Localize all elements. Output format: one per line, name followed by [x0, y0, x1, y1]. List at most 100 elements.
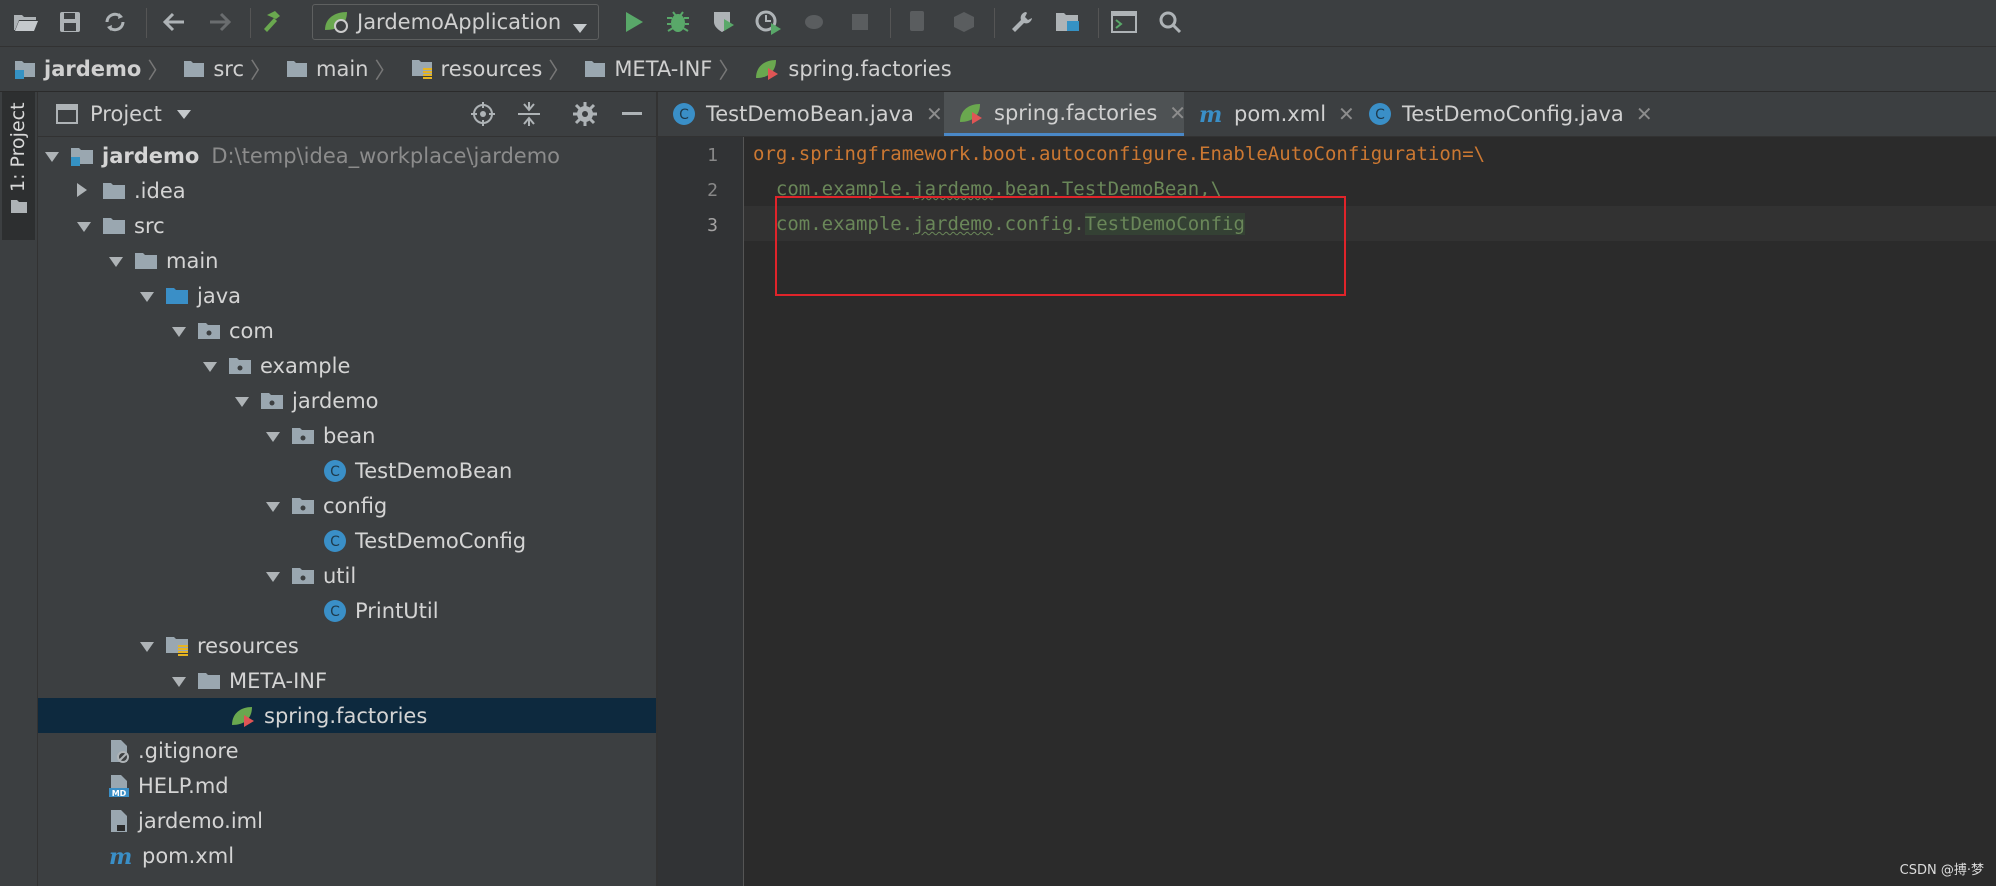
expand-arrow-icon: [265, 424, 281, 448]
class-icon: C: [323, 599, 347, 623]
tree-item-main[interactable]: main: [38, 243, 726, 278]
attach-debugger-icon[interactable]: [798, 6, 830, 38]
close-icon[interactable]: ✕: [1338, 102, 1355, 126]
tree-item-java[interactable]: java: [38, 278, 757, 313]
svg-text:m: m: [1199, 103, 1222, 125]
device-icon[interactable]: [902, 6, 934, 38]
close-icon[interactable]: ✕: [1636, 102, 1653, 126]
line-number: 2: [707, 180, 718, 201]
module-folder-icon: [15, 61, 35, 79]
gear-icon[interactable]: [572, 101, 598, 127]
tree-item-gitignore[interactable]: .gitignore: [38, 733, 726, 768]
stop-icon[interactable]: [844, 6, 876, 38]
terminal-icon[interactable]: [1108, 6, 1140, 38]
markdown-file-icon: MD: [108, 774, 130, 798]
svg-text:C: C: [330, 534, 340, 550]
svg-text:m: m: [109, 845, 132, 867]
breadcrumb-label: src: [213, 57, 244, 81]
tree-label: TestDemoBean: [355, 458, 513, 483]
save-icon[interactable]: [54, 6, 86, 38]
tree-label: src: [134, 213, 165, 238]
tab-testdemoconfig-java[interactable]: C TestDemoConfig.java ✕: [1354, 92, 1654, 136]
folder-icon: [585, 61, 606, 77]
breadcrumb-item-spring-factories[interactable]: spring.factories: [754, 57, 952, 81]
maven-icon: m: [108, 845, 134, 867]
project-panel-title[interactable]: Project: [90, 102, 162, 126]
profile-icon[interactable]: [752, 6, 784, 38]
code-line-1: org.springframework.boot.autoconfigure.E…: [753, 143, 1486, 165]
forward-arrow-icon[interactable]: [204, 6, 236, 38]
expand-arrow-icon: [202, 354, 218, 378]
expand-arrow-icon: [171, 319, 187, 343]
collapse-all-icon[interactable]: [516, 101, 542, 127]
expand-arrow-icon: [139, 284, 155, 308]
folder-icon: [102, 216, 126, 236]
package-icon: [291, 426, 315, 446]
tree-item-help-md[interactable]: MD HELP.md: [38, 768, 726, 803]
tree-item-jardemo-iml[interactable]: jardemo.iml: [38, 803, 726, 838]
tree-label: com: [229, 318, 274, 343]
run-configuration-select[interactable]: JardemoApplication: [312, 4, 599, 40]
tree-item-resources[interactable]: resources: [38, 628, 757, 663]
iml-file-icon: [108, 809, 130, 833]
expand-arrow-icon: [76, 214, 92, 238]
tab-spring-factories[interactable]: spring.factories ✕: [944, 92, 1186, 136]
minimize-icon[interactable]: [622, 112, 642, 115]
breadcrumb-item-src[interactable]: src 〉: [183, 53, 272, 85]
tree-item-idea[interactable]: .idea: [38, 173, 694, 208]
tree-label: java: [197, 283, 241, 308]
open-folder-icon[interactable]: [10, 6, 42, 38]
tree-label: bean: [323, 423, 376, 448]
tree-label: META-INF: [229, 668, 328, 693]
breadcrumb-item-jardemo[interactable]: jardemo 〉: [14, 53, 169, 85]
spring-file-icon: [958, 102, 984, 124]
expand-arrow-icon: [171, 669, 187, 693]
package-icon: [197, 321, 221, 341]
coverage-icon[interactable]: [708, 6, 740, 38]
tree-label: spring.factories: [264, 703, 428, 728]
locate-target-icon[interactable]: [470, 101, 496, 127]
tree-label: pom.xml: [142, 843, 235, 868]
settings-wrench-icon[interactable]: [1006, 6, 1038, 38]
build-hammer-icon[interactable]: [260, 6, 292, 38]
tree-item-src[interactable]: src: [38, 208, 694, 243]
tree-label: resources: [197, 633, 299, 658]
tab-testdemobean-java[interactable]: C TestDemoBean.java ✕: [658, 92, 944, 136]
tree-label: .gitignore: [138, 738, 239, 763]
tree-label: example: [260, 353, 351, 378]
sync-icon[interactable]: [99, 6, 131, 38]
line-number: 1: [707, 145, 718, 166]
run-icon[interactable]: [618, 6, 650, 38]
tree-label: .idea: [134, 178, 186, 203]
navigation-breadcrumb: jardemo 〉 src 〉 main 〉 resources 〉 META-…: [0, 47, 1996, 92]
highlight-box: [775, 196, 1346, 296]
breadcrumb-item-meta-inf[interactable]: META-INF 〉: [584, 53, 740, 85]
project-structure-icon[interactable]: [1052, 6, 1084, 38]
tree-path: D:\temp\idea_workplace\jardemo: [211, 143, 561, 168]
chevron-down-icon[interactable]: [176, 108, 192, 120]
maven-icon: m: [1198, 103, 1224, 125]
breadcrumb-item-resources[interactable]: resources 〉: [411, 53, 570, 85]
breadcrumb-label: META-INF: [614, 57, 713, 81]
line-number: 3: [707, 215, 718, 236]
tree-label: jardemo: [102, 143, 200, 168]
class-icon: C: [323, 529, 347, 553]
tree-item-root[interactable]: jardemo D:\temp\idea_workplace\jardemo: [38, 138, 662, 173]
module-icon[interactable]: [948, 6, 980, 38]
breadcrumb-item-main[interactable]: main 〉: [286, 53, 397, 85]
tab-label: TestDemoConfig.java: [1402, 102, 1624, 126]
expand-arrow-icon: [265, 494, 281, 518]
tab-label: spring.factories: [994, 100, 1158, 125]
folder-icon: [197, 671, 221, 691]
tree-item-pom-xml[interactable]: m pom.xml: [38, 838, 726, 873]
debug-icon[interactable]: [662, 6, 694, 38]
close-icon[interactable]: ✕: [926, 102, 943, 126]
editor-tab-bar: C TestDemoBean.java ✕ spring.factories ✕…: [658, 92, 1996, 137]
back-arrow-icon[interactable]: [158, 6, 190, 38]
search-icon[interactable]: [1154, 6, 1186, 38]
module-folder-icon: [70, 145, 94, 167]
project-tool-tab-label: 1: Project: [7, 102, 29, 192]
tree-label: jardemo: [292, 388, 379, 413]
breadcrumb-label: jardemo: [44, 57, 142, 81]
tab-pom-xml[interactable]: m pom.xml ✕: [1184, 92, 1355, 136]
